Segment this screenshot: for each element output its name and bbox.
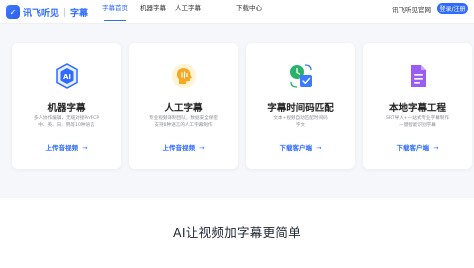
download-client-link[interactable]: 下载客户端 → [246, 142, 355, 152]
nav-item-machine-subtitle[interactable]: 机器字幕 [140, 0, 166, 24]
card-human-subtitle: 人工字幕 专业视频译制团队，数据安全保密 支持8种语言的人工字幕制作 上传音视频… [129, 43, 238, 169]
card-title: 人工字幕 [164, 103, 203, 114]
timecode-match-icon [290, 64, 312, 88]
arrow-right-icon: → [433, 144, 439, 152]
svg-text:AI: AI [63, 73, 71, 81]
logo-subtitle: 字幕 [70, 8, 89, 19]
card-description: 多人协作编辑，无缝对接Pr/FCP 中、英、日、韩等10种语言 [33, 116, 100, 128]
card-description: 专业视频译制团队，数据安全保密 支持8种语言的人工字幕制作 [149, 116, 218, 128]
nav-item-download-center[interactable]: 下载中心 [236, 0, 262, 24]
upload-video-link[interactable]: 上传音视频 → [129, 142, 238, 152]
cta-label: 下载客户端 [396, 144, 430, 152]
arrow-right-icon: → [316, 144, 322, 152]
cta-label: 下载客户端 [279, 144, 313, 152]
cta-label: 上传音视频 [162, 144, 196, 152]
card-description: SRT导入+一站式专业字幕制作 一键智能识别字幕 [386, 116, 449, 128]
card-timecode-match: 字幕时间码匹配 文本+视频自动匹配时间码 字文 下载客户端 → [246, 43, 355, 169]
login-register-button[interactable]: 登录/注册 [437, 3, 468, 14]
ai-chip-icon: AI [56, 63, 78, 89]
official-site-link[interactable]: 讯飞听见官网 [392, 4, 431, 14]
card-title: 本地字幕工程 [388, 103, 446, 114]
logo-text: 讯飞听见 [23, 8, 60, 19]
nav-item-home[interactable]: 字幕首页 [102, 0, 128, 24]
download-client-link[interactable]: 下载客户端 → [363, 142, 472, 152]
card-local-project: 本地字幕工程 SRT导入+一站式专业字幕制作 一键智能识别字幕 下载客户端 → [363, 43, 472, 169]
nav-item-human-subtitle[interactable]: 人工字幕 [175, 0, 201, 24]
upload-video-link[interactable]: 上传音视频 → [12, 142, 121, 152]
logo[interactable]: ✓ 讯飞听见 字幕 [6, 3, 88, 21]
card-machine-subtitle: AI 机器字幕 多人协作编辑，无缝对接Pr/FCP 中、英、日、韩等10种语言 … [12, 43, 121, 169]
arrow-right-icon: → [199, 144, 205, 152]
section-heading: AI让视频加字幕更简单 [172, 225, 302, 240]
cta-label: 上传音视频 [45, 144, 79, 152]
logo-mark-icon: ✓ [6, 5, 20, 19]
arrow-right-icon: → [82, 144, 88, 152]
human-head-icon [172, 64, 196, 88]
card-title: 字幕时间码匹配 [267, 103, 334, 114]
local-project-icon [411, 65, 426, 87]
top-header: ✓ 讯飞听见 字幕 字幕首页 机器字幕 人工字幕 下载中心 讯飞听见官网 登录/… [0, 0, 474, 24]
card-title: 机器字幕 [47, 103, 86, 114]
logo-divider [64, 7, 66, 17]
card-description: 文本+视频自动匹配时间码 字文 [273, 116, 328, 128]
